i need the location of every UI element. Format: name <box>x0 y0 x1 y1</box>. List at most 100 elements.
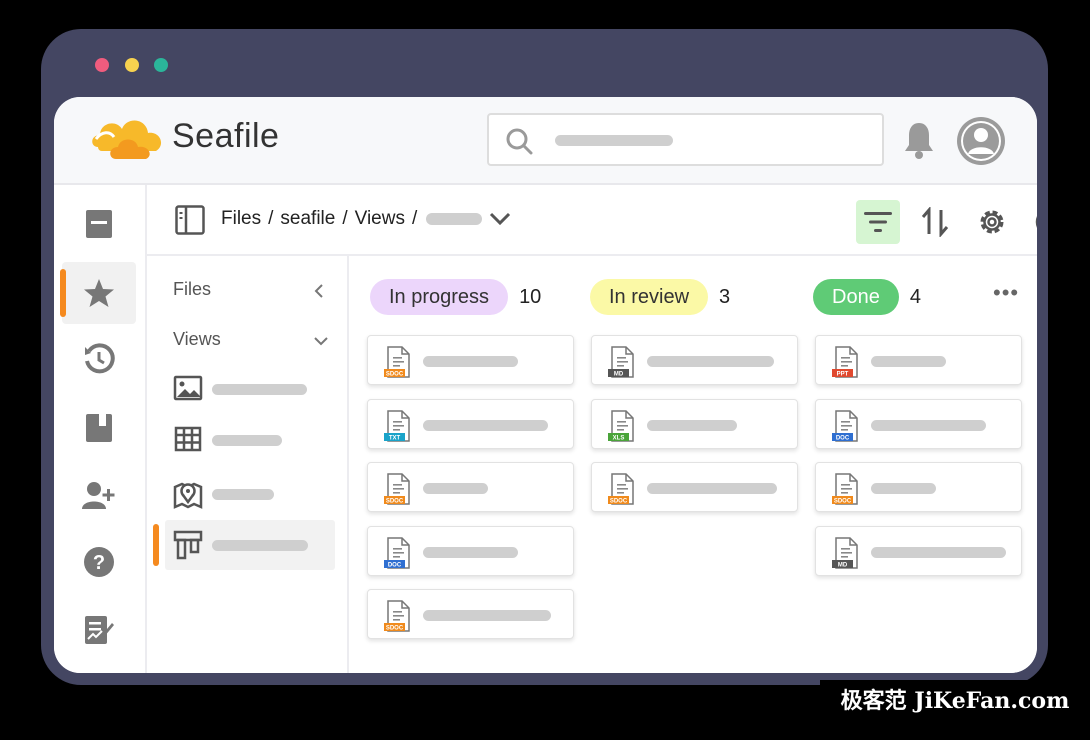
nav-share-admin[interactable] <box>62 465 136 527</box>
sort-button[interactable] <box>913 200 957 244</box>
info-button[interactable] <box>1028 200 1037 244</box>
breadcrumb-library[interactable]: seafile <box>280 208 335 230</box>
svg-text:MD: MD <box>838 563 848 569</box>
doc-file-icon: DOC <box>832 410 858 442</box>
column-header-in-review[interactable]: In review 3 <box>590 279 730 315</box>
path-bar: Files / seafile / Views / <box>147 185 1037 256</box>
files-icon <box>86 210 112 238</box>
file-card[interactable]: TXT <box>367 399 574 449</box>
file-card[interactable]: XLS <box>591 399 798 449</box>
sdoc-file-icon: SDOC <box>384 473 410 505</box>
file-card[interactable]: SDOC <box>367 335 574 385</box>
view-item-kanban[interactable] <box>153 520 335 570</box>
add-user-icon <box>82 482 115 509</box>
archive-icon <box>86 414 112 442</box>
nav-files[interactable] <box>62 193 136 255</box>
more-options-icon[interactable]: ••• <box>993 280 1019 306</box>
svg-text:SDOC: SDOC <box>386 499 404 505</box>
active-indicator <box>60 269 66 317</box>
chevron-down-icon[interactable] <box>489 212 511 226</box>
file-name-placeholder <box>423 610 551 621</box>
file-name-placeholder <box>871 483 936 494</box>
top-bar: Seafile <box>54 97 1037 185</box>
file-card[interactable]: SDOC <box>591 462 798 512</box>
breadcrumb-separator: / <box>411 208 418 229</box>
ppt-file-icon: PPT <box>832 346 858 378</box>
view-item-gallery[interactable] <box>165 364 335 414</box>
chevron-down-icon[interactable] <box>313 335 329 347</box>
file-card[interactable]: PPT <box>815 335 1022 385</box>
column-count: 10 <box>519 285 542 308</box>
search-icon <box>506 128 533 155</box>
file-card[interactable]: SDOC <box>367 589 574 639</box>
nav-help[interactable]: ? <box>62 531 136 593</box>
minimize-dot[interactable] <box>125 58 139 72</box>
sdoc-file-icon: SDOC <box>384 346 410 378</box>
view-name-placeholder <box>212 540 308 551</box>
xls-file-icon: XLS <box>608 410 634 442</box>
files-section-label[interactable]: Files <box>173 279 211 300</box>
view-item-table[interactable] <box>165 415 335 465</box>
file-card[interactable]: MD <box>815 526 1022 576</box>
file-card[interactable]: SDOC <box>815 462 1022 512</box>
nav-notes[interactable] <box>62 599 136 661</box>
status-tag: Done <box>813 279 899 315</box>
md-file-icon: MD <box>608 346 634 378</box>
column-count: 4 <box>909 285 921 308</box>
active-indicator <box>153 524 159 566</box>
sidebar-toggle-icon[interactable] <box>175 205 205 235</box>
file-card[interactable]: MD <box>591 335 798 385</box>
svg-text:TXT: TXT <box>389 436 401 442</box>
table-view-icon <box>174 426 202 452</box>
status-tag: In review <box>590 279 709 315</box>
filter-icon <box>864 212 892 232</box>
kanban-board: In progress 10 In review 3 Done 4 ••• SD… <box>350 256 1037 673</box>
file-card[interactable]: SDOC <box>367 462 574 512</box>
user-avatar-icon[interactable] <box>957 117 1005 165</box>
file-name-placeholder <box>871 547 1006 558</box>
view-item-map[interactable] <box>165 469 335 519</box>
sdoc-file-icon: SDOC <box>608 473 634 505</box>
column-header-done[interactable]: Done 4 <box>813 279 921 315</box>
svg-text:SDOC: SDOC <box>386 626 404 632</box>
seafile-cloud-logo[interactable] <box>88 109 168 165</box>
filter-button[interactable] <box>856 200 900 244</box>
breadcrumb-files[interactable]: Files <box>221 208 261 230</box>
star-icon <box>84 279 114 307</box>
notes-icon <box>85 616 114 644</box>
status-tag: In progress <box>370 279 509 315</box>
current-view-name-placeholder <box>426 213 483 225</box>
view-name-placeholder <box>212 489 274 500</box>
close-dot[interactable] <box>95 58 109 72</box>
left-nav: ? <box>54 185 147 673</box>
settings-button[interactable] <box>970 200 1014 244</box>
file-name-placeholder <box>423 356 518 367</box>
svg-text:MD: MD <box>614 372 624 378</box>
column-count: 3 <box>719 285 731 308</box>
views-section-label[interactable]: Views <box>173 329 221 350</box>
file-name-placeholder <box>423 483 488 494</box>
file-card[interactable]: DOC <box>815 399 1022 449</box>
svg-text:DOC: DOC <box>836 436 850 442</box>
svg-text:PPT: PPT <box>837 372 849 378</box>
breadcrumb-views[interactable]: Views <box>355 208 405 230</box>
settings-icon <box>980 210 1004 234</box>
nav-archive[interactable] <box>62 397 136 459</box>
sdoc-file-icon: SDOC <box>384 600 410 632</box>
bell-icon[interactable] <box>902 121 936 159</box>
maximize-dot[interactable] <box>154 58 168 72</box>
map-view-icon <box>173 482 203 509</box>
nav-starred[interactable] <box>60 262 136 324</box>
brand-name: Seafile <box>172 117 280 155</box>
search-box[interactable] <box>487 113 884 166</box>
app-window-frame: Seafile ? Files / seafile / Views / File… <box>41 29 1048 685</box>
file-card[interactable]: DOC <box>367 526 574 576</box>
chevron-left-icon[interactable] <box>313 283 325 299</box>
info-icon <box>1035 216 1037 228</box>
breadcrumb-separator: / <box>342 208 348 229</box>
nav-activity[interactable] <box>62 328 136 390</box>
view-name-placeholder <box>212 435 282 446</box>
column-header-in-progress[interactable]: In progress 10 <box>370 279 541 315</box>
seafile-app: Seafile ? Files / seafile / Views / File… <box>54 97 1037 673</box>
view-name-placeholder <box>212 384 307 395</box>
